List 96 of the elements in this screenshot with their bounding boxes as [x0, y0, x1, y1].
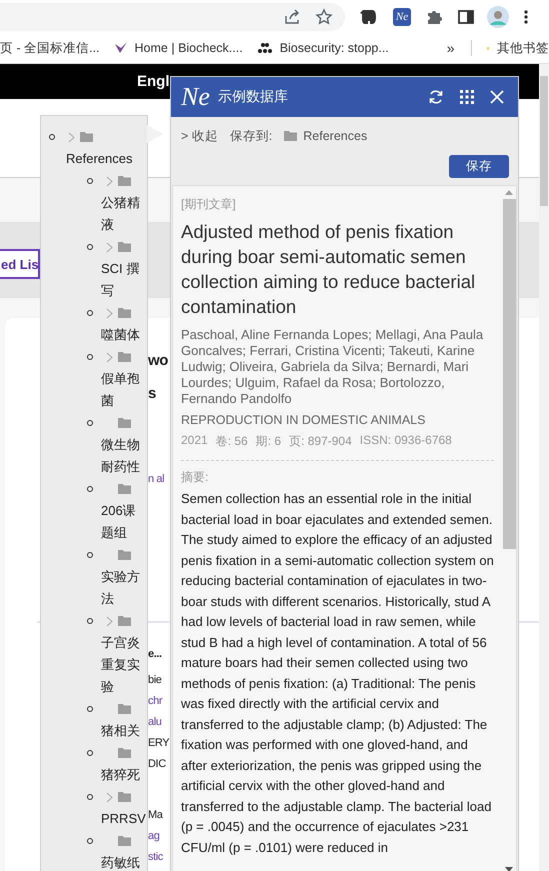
abstract-label: 摘要: [181, 469, 210, 486]
folder-item[interactable]: SCI 撰写 [41, 258, 147, 302]
folder-item[interactable]: 假单孢菌 [41, 368, 147, 412]
language-link[interactable]: Engl [137, 73, 170, 90]
bullet-icon [87, 486, 93, 492]
abstract-text: Semen collection has an essential role in the initial bacterial load in boar ejaculates and extended semen. The study aimed to explore the efficacy of an adjusted penis fixation in a semi-automatic collection system on reducing bacterial contamination of ejaculates in two-boar studs with different scenarios. Historically, stud A had low levels of bacterial load in raw semen, while stud B had a high level of contamination. A total of 56 mature boars had their semen collected using two methods of penis fixation: (a) Traditional: The penis was fixed directly with the artificial cervix and transferred to the adjustable clamp; (b) Adjusted: The fixation was performed with one gloved-hand, and after exteriorization, the penis was gripped using the artificial cervix with the other gloved-hand and transferred to the adjustable clamp. The bacterial load (p = .0045) and the occurrence of ejaculates >231 CFU/ml (p = .0101) were reduced in [181, 490, 494, 857]
page-link[interactable]: ag [148, 830, 160, 842]
bullet-icon [87, 838, 93, 844]
menu-icon[interactable] [523, 8, 529, 26]
share-icon[interactable] [283, 8, 301, 26]
bullet-icon [87, 794, 93, 800]
chevron-icon[interactable] [68, 132, 75, 142]
folder-icon [118, 616, 131, 626]
page-link[interactable]: alu [148, 716, 162, 728]
star-icon[interactable] [315, 8, 333, 26]
save-to-label: 保存到: [230, 128, 272, 144]
folder-item[interactable]: 子宫炎重复实验 [41, 632, 147, 698]
meta-text: 页: 897-904 [289, 433, 352, 450]
bookmark-link[interactable]: Biosecurity: stopp... [280, 41, 389, 55]
page-text: Ma [148, 808, 162, 820]
authors-text: Paschoal, Aline Fernanda Lopes; Mellagi, Ana Paula Goncalves; Ferrari, Cristina Vicenti; Takeuti, Karine Ludwig; Oliveira, Gabriela da Silva; Bernardi, Mari Lourdes; Ulguim, Rafael da Rosa; Bortolozzo, Fernando Pandolfo [181, 327, 484, 407]
bullet-icon [87, 706, 93, 712]
folder-selector[interactable]: References [303, 129, 368, 143]
bullet-icon [87, 310, 93, 316]
page-text: s [148, 385, 156, 402]
item-type: [期刊文章] [181, 196, 237, 213]
folder-icon [118, 836, 131, 846]
meta-text: 卷: 56 [216, 433, 248, 450]
refresh-icon[interactable] [428, 89, 444, 105]
folder-icon [284, 131, 298, 141]
bookmark-link[interactable]: 页 - 全国标准信... [0, 40, 100, 56]
scrollbar[interactable] [539, 64, 549, 871]
folder-icon [118, 176, 131, 186]
page-text: DIC [148, 758, 166, 770]
item-title: Adjusted method of penis fixation during boar semi-automatic semen collection aiming to reduce bacterial contamination [181, 220, 476, 319]
folder-item[interactable]: 公猪精液 [41, 192, 147, 236]
bullet-icon [87, 420, 93, 426]
chevron-icon[interactable] [106, 242, 113, 252]
chevron-icon[interactable] [106, 616, 113, 626]
folder-item[interactable]: PRRSV [41, 808, 147, 830]
bullet-icon [87, 552, 93, 558]
bookmark-link[interactable]: Home | Biocheck.... [134, 41, 243, 55]
page-text: wo [148, 352, 168, 369]
page-link[interactable]: chr [148, 694, 162, 706]
journal-name: REPRODUCTION IN DOMESTIC ANIMALS [181, 413, 426, 427]
page-link[interactable]: stic [148, 850, 163, 862]
bookmarks-overflow-button[interactable]: » [446, 40, 455, 56]
folder-icon [118, 352, 131, 362]
scroll-down-icon[interactable] [505, 867, 513, 871]
bookmark-folder[interactable]: 其他书签 [497, 40, 549, 56]
grid-icon[interactable] [460, 90, 474, 104]
bullet-icon [87, 618, 93, 624]
folder-icon [118, 748, 131, 758]
page-text: bie [148, 674, 162, 686]
bullet-icon [87, 750, 93, 756]
bullet-icon [49, 134, 55, 140]
folder-item[interactable]: 猪相关 [41, 720, 147, 742]
chevron-icon[interactable] [106, 792, 113, 802]
page-link[interactable]: n al [148, 472, 164, 484]
folder-item[interactable]: 206课题组 [41, 500, 147, 544]
bullet-icon [87, 178, 93, 184]
close-icon[interactable] [490, 90, 504, 104]
scroll-up-icon[interactable] [505, 190, 513, 195]
folder-icon [80, 132, 93, 142]
avatar-icon[interactable] [487, 6, 509, 28]
save-button[interactable]: 保存 [449, 155, 509, 178]
sidebar-icon[interactable] [457, 8, 475, 26]
v-logo-icon [114, 41, 128, 55]
collapse-link[interactable]: > 收起 [181, 128, 218, 144]
chevron-icon[interactable] [106, 308, 113, 318]
extension-button[interactable]: Ne [393, 8, 411, 26]
folder-icon [118, 242, 131, 252]
dots-icon [256, 42, 273, 54]
meta-text: 2021 [181, 433, 208, 449]
folder-item[interactable]: 实验方法 [41, 566, 147, 610]
folder-icon [118, 418, 131, 428]
folder-icon [118, 792, 131, 802]
tab[interactable]: ed Lis [0, 249, 40, 279]
folder-icon [118, 704, 131, 714]
page-text: ERY [148, 736, 170, 748]
folder-item[interactable]: 微生物耐药性 [41, 434, 147, 478]
folder-icon [118, 484, 131, 494]
popup-title: 示例数据库 [218, 88, 288, 106]
folder-item[interactable]: 噬菌体 [41, 324, 147, 346]
folder-item[interactable]: References [41, 148, 147, 170]
meta-text: 期: 6 [256, 433, 282, 450]
bullet-icon [87, 244, 93, 250]
page-text: e... [148, 648, 162, 660]
chevron-icon[interactable] [106, 352, 113, 362]
bullet-icon [87, 354, 93, 360]
folder-icon [118, 550, 131, 560]
meta-text: ISSN: 0936-6768 [360, 433, 452, 449]
folder-item[interactable]: 药敏纸 [41, 852, 147, 871]
logo: Ne [181, 82, 210, 112]
folder-item[interactable]: 猪猝死 [41, 764, 147, 786]
chevron-icon[interactable] [106, 176, 113, 186]
